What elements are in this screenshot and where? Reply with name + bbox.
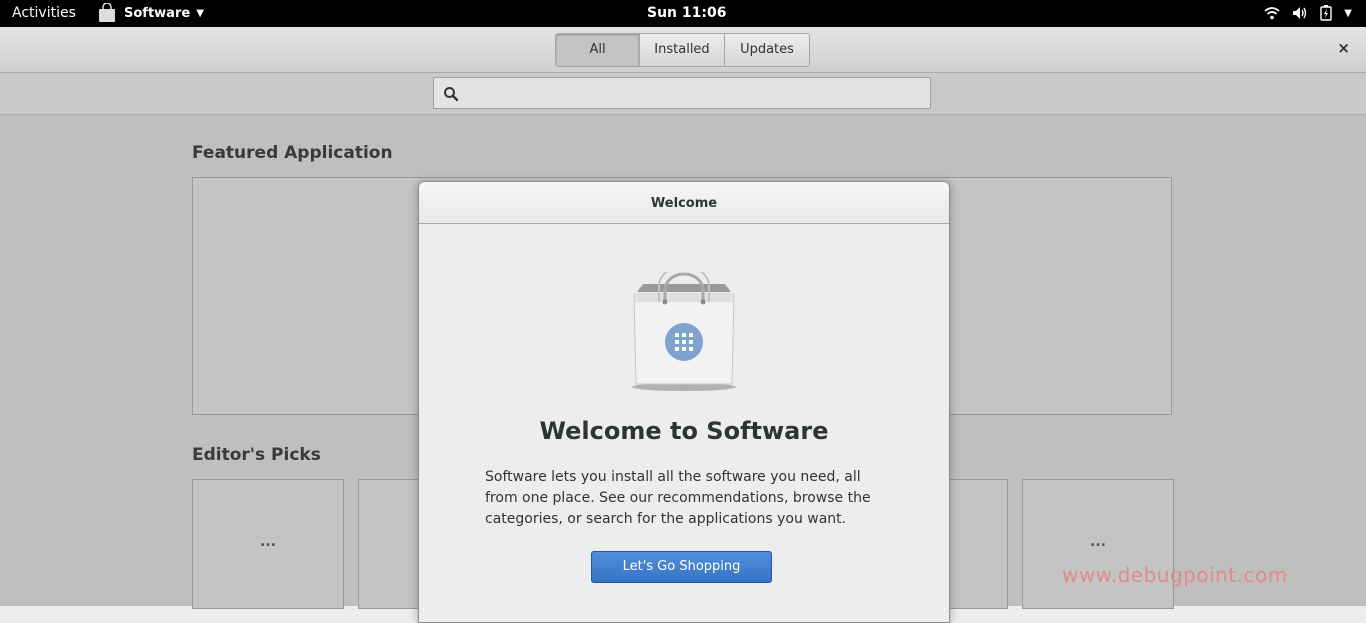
featured-heading: Featured Application bbox=[192, 143, 393, 163]
view-switcher: All Installed Updates bbox=[555, 33, 810, 67]
activities-button[interactable]: Activities bbox=[12, 5, 76, 21]
status-menu[interactable]: ▼ bbox=[1264, 5, 1352, 21]
software-bag-icon bbox=[629, 265, 739, 396]
editors-pick-tile[interactable]: ... bbox=[192, 479, 344, 609]
lets-go-shopping-button[interactable]: Let's Go Shopping bbox=[591, 551, 772, 583]
editors-pick-tile[interactable]: ... bbox=[1022, 479, 1174, 609]
tab-updates[interactable]: Updates bbox=[725, 34, 809, 66]
volume-icon bbox=[1292, 6, 1308, 20]
watermark: www.debugpoint.com bbox=[1062, 563, 1288, 587]
tab-installed[interactable]: Installed bbox=[640, 34, 725, 66]
battery-icon bbox=[1320, 5, 1332, 21]
dialog-title: Welcome bbox=[419, 182, 949, 224]
chevron-down-icon: ▼ bbox=[1344, 7, 1352, 19]
loading-dots: ... bbox=[1090, 534, 1106, 550]
search-bar bbox=[0, 73, 1366, 115]
shopping-bag-icon bbox=[98, 2, 116, 23]
welcome-dialog: Welcome Welcome to Software Software let… bbox=[418, 181, 950, 623]
app-menu[interactable]: Software ▼ bbox=[98, 2, 204, 23]
chevron-down-icon: ▼ bbox=[196, 7, 204, 19]
tab-all[interactable]: All bbox=[556, 34, 640, 66]
top-bar: Activities Software ▼ Sun 11:06 ▼ bbox=[0, 0, 1366, 27]
wifi-icon bbox=[1264, 6, 1280, 20]
search-input[interactable] bbox=[433, 77, 931, 109]
dialog-heading: Welcome to Software bbox=[539, 417, 829, 445]
loading-dots: ... bbox=[260, 534, 276, 550]
dialog-description: Software lets you install all the softwa… bbox=[485, 469, 871, 527]
clock[interactable]: Sun 11:06 bbox=[647, 5, 726, 21]
editors-picks-heading: Editor's Picks bbox=[192, 445, 321, 465]
app-menu-label: Software bbox=[124, 5, 191, 21]
close-button[interactable]: × bbox=[1337, 39, 1350, 57]
header-bar: All Installed Updates × bbox=[0, 27, 1366, 73]
